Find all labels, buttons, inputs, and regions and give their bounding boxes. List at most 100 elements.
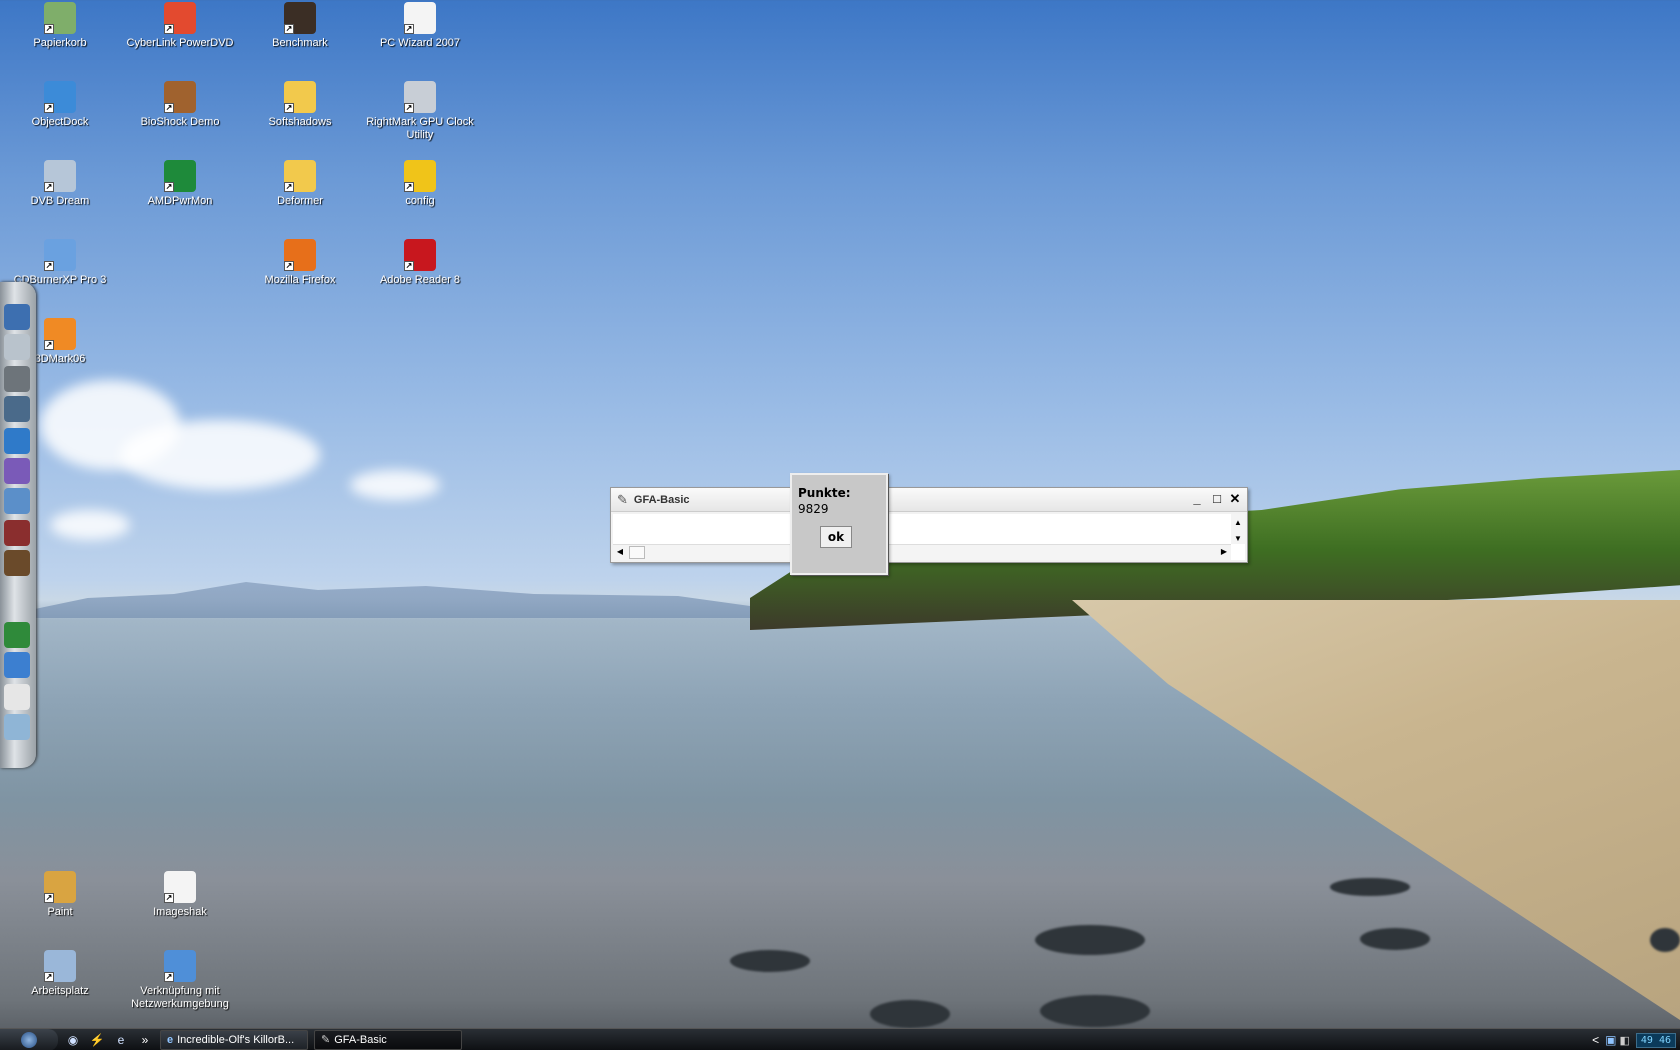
start-button[interactable] — [0, 1028, 58, 1050]
shortcut-arrow-icon: ↗ — [44, 182, 54, 192]
shortcut-arrow-icon: ↗ — [44, 893, 54, 903]
desktop-icon[interactable]: ↗ CyberLink PowerDVD — [124, 2, 236, 50]
horizontal-scrollbar[interactable]: ◀ ▶ — [613, 544, 1231, 560]
clock[interactable]: 49 46 — [1635, 1032, 1676, 1048]
desktop-icon-label: BioShock Demo — [140, 116, 220, 128]
desktop-icon-label: Deformer — [277, 195, 323, 207]
desktop-icon-label: Arbeitsplatz — [31, 985, 89, 997]
shortcut-arrow-icon: ↗ — [164, 182, 174, 192]
desktop-icon[interactable]: ↗ CDBurnerXP Pro 3 — [4, 239, 116, 287]
taskbar-button-browser[interactable]: e Incredible-Olf's KillorB... — [160, 1029, 308, 1050]
desktop-icon-label: ObjectDock — [31, 116, 89, 128]
quick-launch-overflow[interactable]: » — [136, 1032, 154, 1048]
object-dock — [0, 282, 36, 768]
gfa-basic-icon: ✎ — [617, 491, 628, 507]
desktop-icon[interactable]: ↗ AMDPwrMon — [124, 160, 236, 208]
document-icon[interactable] — [4, 334, 30, 360]
drive-icon[interactable] — [4, 714, 30, 740]
cdburner-icon: ↗ — [44, 239, 76, 271]
folder-icon: ↗ — [284, 81, 316, 113]
desktop-icon[interactable]: ↗ ObjectDock — [4, 81, 116, 129]
desktop-icon-label: Adobe Reader 8 — [379, 274, 461, 286]
scroll-left-icon[interactable]: ◀ — [613, 545, 627, 559]
settings-icon[interactable] — [4, 652, 30, 678]
taskbar-button-label: Incredible-Olf's KillorB... — [177, 1033, 295, 1046]
gfa-basic-window[interactable]: ✎ GFA-Basic _ □ ✕ ▲ ▼ ◀ ▶ — [610, 487, 1248, 563]
desktop-icon-label: Imageshak — [153, 906, 207, 918]
maximize-button[interactable]: □ — [1209, 492, 1225, 508]
globe-icon[interactable] — [4, 488, 30, 514]
film-icon[interactable] — [4, 550, 30, 576]
shortcut-arrow-icon: ↗ — [44, 24, 54, 34]
shortcut-arrow-icon: ↗ — [284, 261, 294, 271]
desktop-icon[interactable]: ↗ Benchmark — [244, 2, 356, 50]
desktop-icon-label: Benchmark — [272, 37, 328, 49]
desktop-icon[interactable]: ↗ RightMark GPU Clock Utility — [364, 81, 476, 142]
desktop-icon[interactable]: ↗ Mozilla Firefox — [244, 239, 356, 287]
tray-expand-arrow[interactable]: < — [1592, 1033, 1599, 1047]
computer-icon: ↗ — [44, 950, 76, 982]
show-desktop-icon[interactable]: ◉ — [64, 1032, 82, 1048]
windows-logo-icon — [21, 1031, 37, 1048]
vertical-scrollbar[interactable]: ▲ ▼ — [1231, 514, 1245, 544]
desktop-icon-label: Softshadows — [268, 116, 332, 128]
shortcut-arrow-icon: ↗ — [404, 182, 414, 192]
taskbar-button-gfa-basic[interactable]: ✎ GFA-Basic — [314, 1029, 462, 1050]
internet-explorer-icon[interactable]: e — [112, 1032, 130, 1048]
desktop-icon[interactable]: ↗ Verknüpfung mit Netzwerkumgebung — [124, 950, 236, 1011]
desktop-icon[interactable]: ↗ DVB Dream — [4, 160, 116, 208]
minimize-button[interactable]: _ — [1189, 492, 1205, 508]
document-icon: ↗ — [164, 871, 196, 903]
tool-icon[interactable] — [4, 396, 30, 422]
display-icon[interactable] — [4, 428, 30, 454]
gfa-basic-icon: ✎ — [321, 1034, 331, 1046]
desktop-icon[interactable]: ↗ Papierkorb — [4, 2, 116, 50]
score-label: Punkte: — [798, 486, 851, 500]
amd-icon: ↗ — [164, 160, 196, 192]
media-icon[interactable] — [4, 458, 30, 484]
video-icon[interactable] — [4, 520, 30, 546]
desktop-icon[interactable]: ↗ Deformer — [244, 160, 356, 208]
scroll-down-icon[interactable]: ▼ — [1231, 532, 1245, 546]
desktop-icon[interactable]: ↗ PC Wizard 2007 — [364, 2, 476, 50]
monitor-icon[interactable] — [4, 304, 30, 330]
desktop-icon[interactable]: ↗ Adobe Reader 8 — [364, 239, 476, 287]
desktop-icon[interactable]: ↗ config — [364, 160, 476, 208]
camera-icon[interactable] — [4, 366, 30, 392]
adobe-reader-icon: ↗ — [404, 239, 436, 271]
shortcut-arrow-icon: ↗ — [404, 103, 414, 113]
ok-button[interactable]: ok — [820, 526, 852, 548]
frog-icon[interactable] — [4, 622, 30, 648]
scroll-right-icon[interactable]: ▶ — [1217, 545, 1231, 559]
score-dialog[interactable]: Punkte: 9829 ok — [790, 473, 888, 575]
window-titlebar[interactable]: ✎ GFA-Basic — [611, 488, 1247, 512]
paint-icon: ↗ — [44, 871, 76, 903]
shortcut-arrow-icon: ↗ — [164, 972, 174, 982]
desktop-icon[interactable]: ↗ Imageshak — [124, 871, 236, 919]
objectdock-icon: ↗ — [44, 81, 76, 113]
desktop-icon[interactable]: ↗ Paint — [4, 871, 116, 919]
shortcut-arrow-icon: ↗ — [284, 103, 294, 113]
shortcut-arrow-icon: ↗ — [164, 103, 174, 113]
shortcut-arrow-icon: ↗ — [284, 24, 294, 34]
desktop-icon[interactable]: ↗ Arbeitsplatz — [4, 950, 116, 998]
desktop-icon[interactable]: ↗ BioShock Demo — [124, 81, 236, 129]
desktop-icon[interactable]: ↗ Softshadows — [244, 81, 356, 129]
desktop-icon-label: AMDPwrMon — [147, 195, 213, 207]
folder-icon: ↗ — [284, 160, 316, 192]
scroll-up-icon[interactable]: ▲ — [1231, 516, 1245, 530]
bioshock-icon: ↗ — [164, 81, 196, 113]
calendar-icon[interactable] — [4, 684, 30, 710]
window-content[interactable]: ▲ ▼ ◀ ▶ — [613, 514, 1245, 560]
network-tray-icon[interactable]: ▣ — [1605, 1033, 1616, 1047]
scroll-thumb[interactable] — [629, 546, 645, 559]
desktop-icon-label: config — [405, 195, 435, 207]
switch-windows-icon[interactable]: ⚡ — [88, 1032, 106, 1048]
shortcut-arrow-icon: ↗ — [404, 261, 414, 271]
close-button[interactable]: ✕ — [1227, 492, 1243, 508]
network-icon: ↗ — [164, 950, 196, 982]
shortcut-arrow-icon: ↗ — [44, 103, 54, 113]
volume-tray-icon[interactable]: ◧ — [1619, 1034, 1629, 1047]
shortcut-arrow-icon: ↗ — [44, 261, 54, 271]
shortcut-arrow-icon: ↗ — [44, 972, 54, 982]
